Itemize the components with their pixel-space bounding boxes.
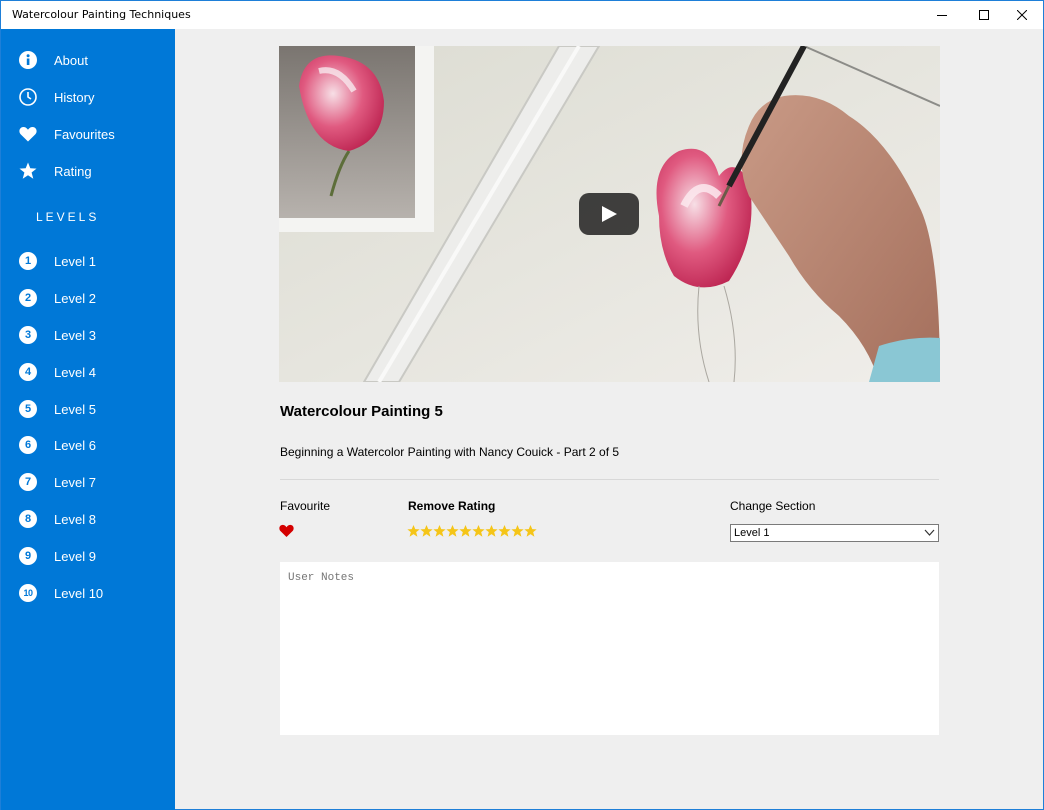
favourite-label: Favourite [280,499,331,513]
number-8-icon: 8 [18,509,38,529]
number-4-icon: 4 [18,362,38,382]
sidebar-item-level-2[interactable]: 2 Level 2 [1,281,175,315]
sidebar-item-level-1[interactable]: 1 Level 1 [1,244,175,278]
sidebar-item-favourites[interactable]: Favourites [1,117,175,151]
sidebar-item-label: Rating [54,163,92,179]
change-section-label: Change Section [730,499,816,513]
sidebar-item-label: History [54,89,95,105]
levels-header: LEVELS [36,210,100,224]
star-icon[interactable] [524,524,537,538]
close-button[interactable] [999,1,1044,29]
sidebar-item-label: Level 1 [54,253,96,269]
sidebar-item-label: Level 3 [54,327,96,343]
sidebar-item-label: Level 8 [54,511,96,527]
remove-rating-button[interactable]: Remove Rating [408,499,495,513]
sidebar-item-level-5[interactable]: 5 Level 5 [1,392,175,426]
sidebar-item-label: Level 5 [54,401,96,417]
number-10-icon: 10 [18,583,38,603]
sidebar-item-level-10[interactable]: 10 Level 10 [1,576,175,610]
section-select-value: Level 1 [734,527,770,539]
sidebar-item-label: About [54,52,88,68]
sidebar-item-rating[interactable]: Rating [1,154,175,188]
clock-icon [18,87,38,107]
star-icon[interactable] [407,524,420,538]
sidebar-item-level-8[interactable]: 8 Level 8 [1,502,175,536]
sidebar-item-label: Level 9 [54,548,96,564]
sidebar-item-history[interactable]: History [1,80,175,114]
rating-stars[interactable] [407,524,537,538]
sidebar-item-level-3[interactable]: 3 Level 3 [1,318,175,352]
title-bar: Watercolour Painting Techniques [1,1,1043,29]
star-icon[interactable] [498,524,511,538]
sidebar-item-level-7[interactable]: 7 Level 7 [1,465,175,499]
sidebar-item-about[interactable]: About [1,43,175,77]
minimize-button[interactable] [919,1,965,29]
info-icon [18,50,38,70]
star-icon[interactable] [420,524,433,538]
divider [280,479,939,480]
star-icon[interactable] [511,524,524,538]
sidebar-item-label: Favourites [54,126,115,142]
user-notes-input[interactable] [280,562,939,735]
app-window: Watercolour Painting Techniques About Hi… [0,0,1044,810]
star-icon[interactable] [459,524,472,538]
video-description: Beginning a Watercolor Painting with Nan… [280,445,620,459]
sidebar-item-label: Level 7 [54,474,96,490]
number-1-icon: 1 [18,251,38,271]
sidebar-item-label: Level 4 [54,364,96,380]
sidebar-item-level-6[interactable]: 6 Level 6 [1,428,175,462]
star-icon[interactable] [446,524,459,538]
play-icon [602,206,617,222]
number-6-icon: 6 [18,435,38,455]
number-9-icon: 9 [18,546,38,566]
number-7-icon: 7 [18,472,38,492]
number-3-icon: 3 [18,325,38,345]
section-select[interactable]: Level 1 [730,524,939,542]
chevron-down-icon [924,529,935,536]
star-icon[interactable] [472,524,485,538]
video-title: Watercolour Painting 5 [280,403,443,420]
sidebar: About History Favourites Rating LEVELS 1… [1,29,175,810]
heart-icon [18,124,38,144]
star-icon[interactable] [433,524,446,538]
star-icon[interactable] [485,524,498,538]
sidebar-item-label: Level 6 [54,437,96,453]
video-player[interactable] [279,46,940,382]
number-2-icon: 2 [18,288,38,308]
close-icon [1017,10,1027,20]
number-5-icon: 5 [18,399,38,419]
maximize-icon [979,10,989,20]
sidebar-item-level-9[interactable]: 9 Level 9 [1,539,175,573]
window-title: Watercolour Painting Techniques [12,8,191,21]
favourite-heart-icon[interactable] [279,524,294,538]
sidebar-item-label: Level 10 [54,585,104,601]
minimize-icon [937,15,947,16]
star-icon [18,161,38,181]
sidebar-item-level-4[interactable]: 4 Level 4 [1,355,175,389]
sidebar-item-label: Level 2 [54,290,96,306]
play-button[interactable] [579,193,639,235]
